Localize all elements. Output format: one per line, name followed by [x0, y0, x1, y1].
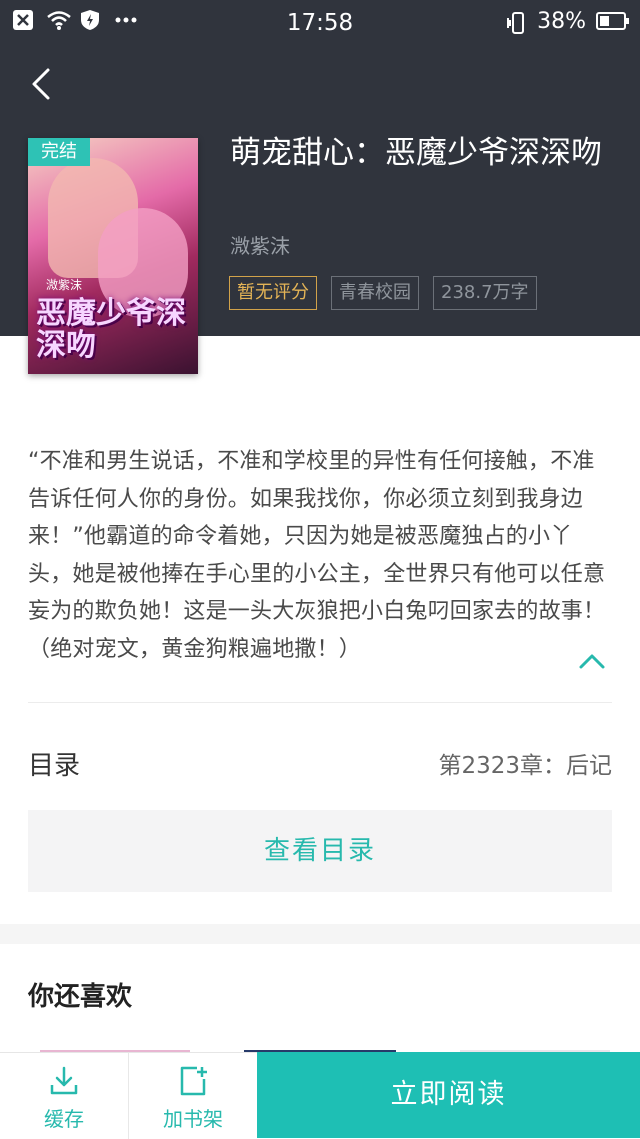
chevron-left-icon — [32, 68, 50, 100]
status-bar: 17:58 38% — [0, 0, 640, 46]
cover-title: 恶魔少爷深深吻 — [36, 296, 186, 363]
category-tag[interactable]: 青春校园 — [331, 276, 419, 310]
cache-button[interactable]: 缓存 — [0, 1053, 128, 1139]
status-bar-right: 38% — [505, 9, 630, 34]
read-now-button[interactable]: 立即阅读 — [257, 1052, 640, 1138]
status-badge: 完结 — [28, 138, 90, 166]
add-bookshelf-icon — [180, 1066, 207, 1096]
toc-label: 目录 — [28, 751, 81, 781]
cover-author: 溦紫沫 — [46, 278, 83, 292]
add-shelf-button[interactable]: 加书架 — [129, 1053, 257, 1139]
book-author[interactable]: 溦紫沫 — [230, 230, 290, 259]
back-button[interactable] — [24, 62, 64, 106]
book-title: 萌宠甜心：恶魔少爷深深吻 — [230, 135, 602, 171]
add-shelf-label: 加书架 — [163, 1107, 223, 1131]
battery-icon — [596, 11, 630, 33]
section-separator — [0, 924, 640, 944]
book-cover: 溦紫沫 恶魔少爷深深吻 — [28, 138, 198, 374]
book-tags: 暂无评分 青春校园 238.7万字 — [229, 276, 537, 310]
word-count-tag: 238.7万字 — [433, 276, 537, 310]
download-icon — [50, 1066, 78, 1095]
divider — [28, 702, 612, 703]
chevron-up-icon[interactable] — [578, 650, 606, 672]
recommend-title: 你还喜欢 — [28, 982, 133, 1012]
vibrate-phone-icon — [505, 11, 527, 34]
latest-chapter[interactable]: 第2323章：后记 — [438, 746, 612, 780]
view-toc-button[interactable]: 查看目录 — [28, 810, 612, 892]
battery-percent: 38% — [537, 9, 586, 34]
cache-label: 缓存 — [44, 1107, 84, 1131]
rating-tag: 暂无评分 — [229, 276, 317, 310]
book-description: “不准和男生说话，不准和学校里的异性有任何接触，不准告诉任何人你的身份。如果我找… — [28, 449, 606, 662]
